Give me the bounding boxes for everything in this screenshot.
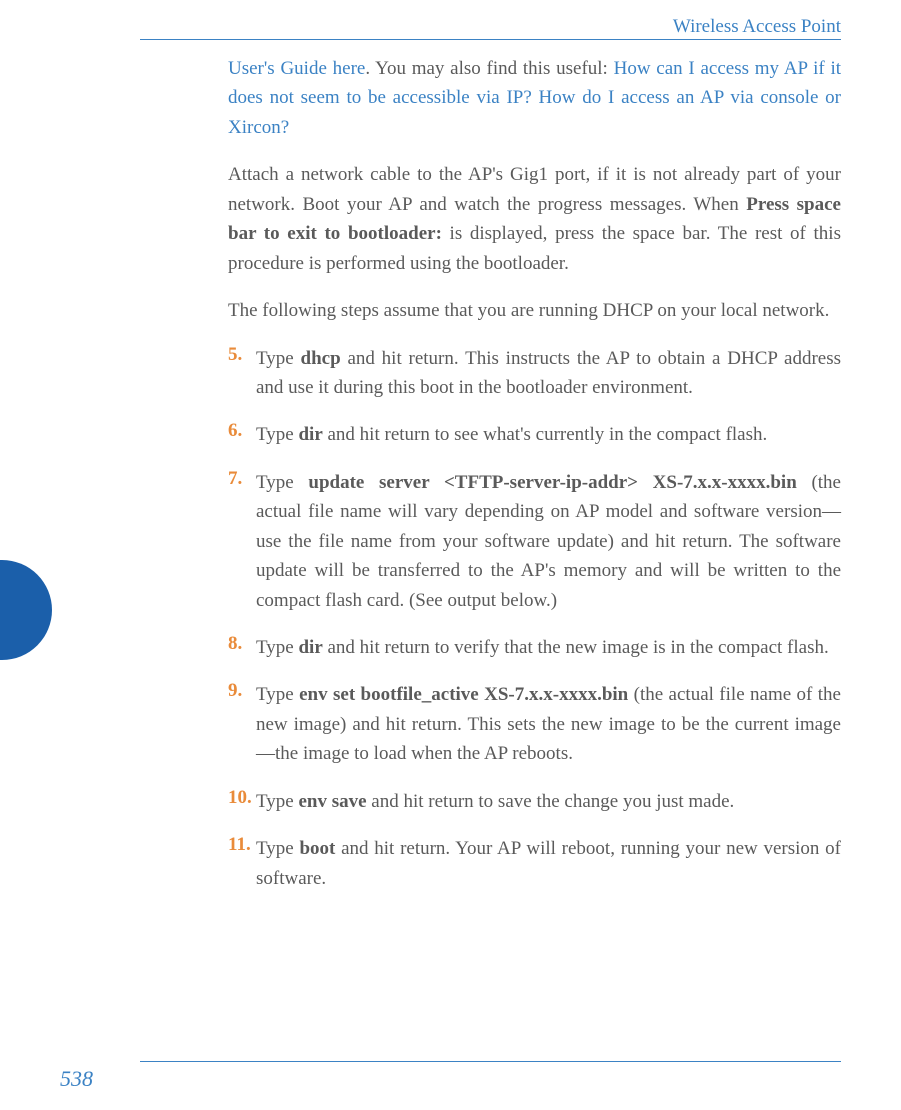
step-10-post: and hit return to save the change you ju… <box>367 791 735 812</box>
step-11-bold: boot <box>299 838 335 859</box>
step-10-body: Type env save and hit return to save the… <box>256 787 841 816</box>
footer-divider <box>140 1061 841 1062</box>
step-6-pre: Type <box>256 424 298 445</box>
step-5-post: and hit return. This instructs the AP to… <box>256 348 841 398</box>
step-11-number: 11. <box>228 834 256 893</box>
dhcp-note-paragraph: The following steps assume that you are … <box>228 296 841 325</box>
step-8-number: 8. <box>228 633 256 662</box>
page-number: 538 <box>60 1066 93 1092</box>
step-9: 9. Type env set bootfile_active XS-7.x.x… <box>228 680 841 768</box>
step-10-bold: env save <box>298 791 366 812</box>
step-9-pre: Type <box>256 684 299 705</box>
header-title: Wireless Access Point <box>140 16 841 40</box>
link-users-guide[interactable]: User's Guide here <box>228 58 365 79</box>
step-7-body: Type update server <TFTP-server-ip-addr>… <box>256 468 841 615</box>
step-6-number: 6. <box>228 420 256 449</box>
step-7-pre: Type <box>256 472 308 493</box>
step-10-pre: Type <box>256 791 298 812</box>
step-6-body: Type dir and hit return to see what's cu… <box>256 420 841 449</box>
step-10: 10. Type env save and hit return to save… <box>228 787 841 816</box>
step-8: 8. Type dir and hit return to verify tha… <box>228 633 841 662</box>
step-11-post: and hit return. Your AP will reboot, run… <box>256 838 841 888</box>
step-5: 5. Type dhcp and hit return. This instru… <box>228 344 841 403</box>
step-7: 7. Type update server <TFTP-server-ip-ad… <box>228 468 841 615</box>
step-10-number: 10. <box>228 787 256 816</box>
step-6-bold: dir <box>298 424 322 445</box>
intro-paragraph: User's Guide here. You may also find thi… <box>228 54 841 142</box>
step-11-body: Type boot and hit return. Your AP will r… <box>256 834 841 893</box>
step-8-bold: dir <box>298 637 322 658</box>
page-container: Wireless Access Point User's Guide here.… <box>0 0 901 1110</box>
attach-cable-paragraph: Attach a network cable to the AP's Gig1 … <box>228 160 841 278</box>
step-11: 11. Type boot and hit return. Your AP wi… <box>228 834 841 893</box>
step-9-number: 9. <box>228 680 256 768</box>
step-9-body: Type env set bootfile_active XS-7.x.x-xx… <box>256 680 841 768</box>
side-tab <box>0 560 52 660</box>
step-11-pre: Type <box>256 838 299 859</box>
body-content: User's Guide here. You may also find thi… <box>228 54 841 893</box>
step-8-body: Type dir and hit return to verify that t… <box>256 633 841 662</box>
step-6: 6. Type dir and hit return to see what's… <box>228 420 841 449</box>
step-8-post: and hit return to verify that the new im… <box>323 637 829 658</box>
intro-text-1: . You may also find this useful: <box>365 58 613 79</box>
step-5-pre: Type <box>256 348 301 369</box>
step-7-number: 7. <box>228 468 256 615</box>
step-8-pre: Type <box>256 637 298 658</box>
step-5-bold: dhcp <box>301 348 341 369</box>
step-6-post: and hit return to see what's currently i… <box>323 424 768 445</box>
step-5-body: Type dhcp and hit return. This instructs… <box>256 344 841 403</box>
step-9-bold: env set bootfile_active XS-7.x.x-xxxx.bi… <box>299 684 628 705</box>
step-5-number: 5. <box>228 344 256 403</box>
step-7-bold: update server <TFTP-server-ip-addr> XS-7… <box>308 472 796 493</box>
